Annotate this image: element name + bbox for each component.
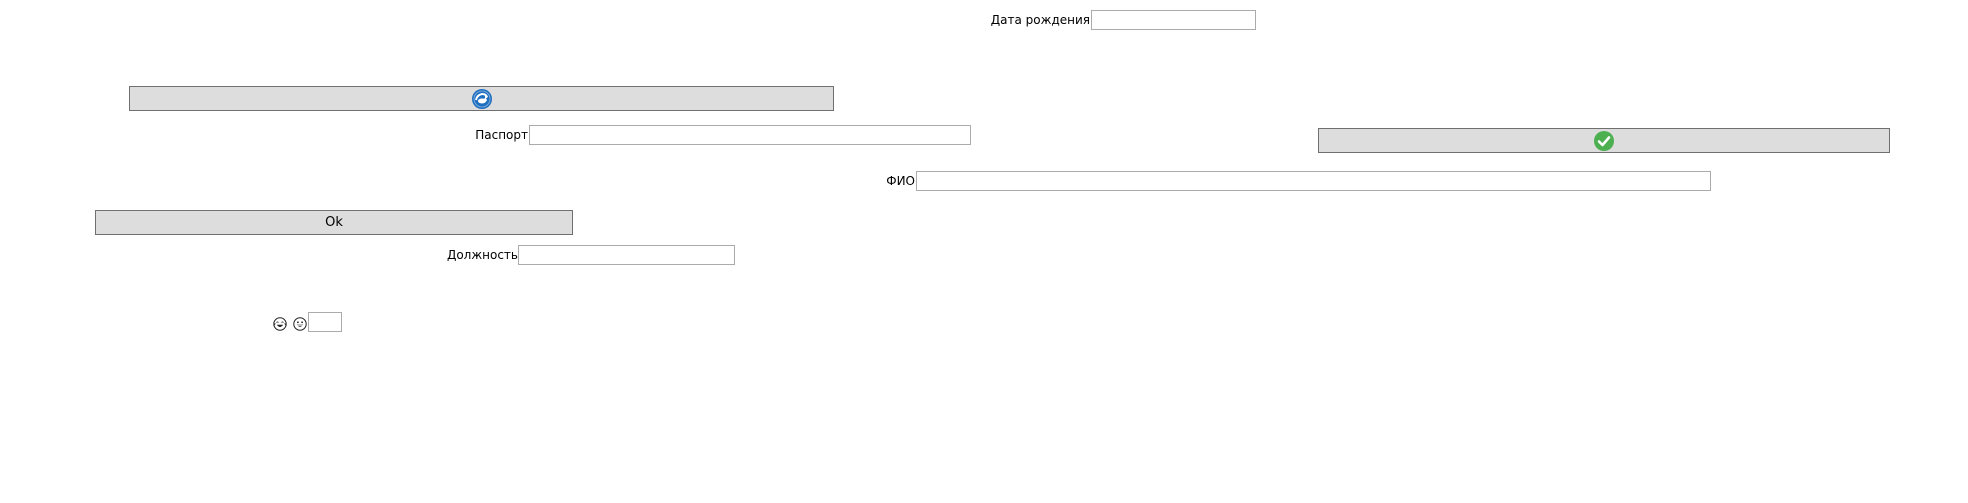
passport-input[interactable] — [529, 125, 971, 145]
small-input[interactable] — [308, 312, 342, 332]
full-name-label: ФИО — [886, 174, 915, 188]
position-label: Должность — [446, 248, 518, 262]
confirm-button[interactable] — [1318, 128, 1890, 153]
full-name-input[interactable] — [916, 171, 1711, 191]
passport-label: Паспорт — [475, 128, 528, 142]
position-input[interactable] — [518, 245, 735, 265]
green-check-icon — [1593, 130, 1615, 152]
refresh-globe-icon — [471, 88, 493, 110]
birth-date-label: Дата рождения — [990, 13, 1090, 27]
refresh-button[interactable] — [129, 86, 834, 111]
ok-button[interactable]: Ok — [95, 210, 573, 235]
form-window: Дата рождения Паспорт ФИО Ok Должность — [0, 0, 1968, 503]
birth-date-input[interactable] — [1091, 10, 1256, 30]
grinning-face-icon — [293, 317, 307, 331]
laughing-face-icon — [273, 317, 287, 331]
